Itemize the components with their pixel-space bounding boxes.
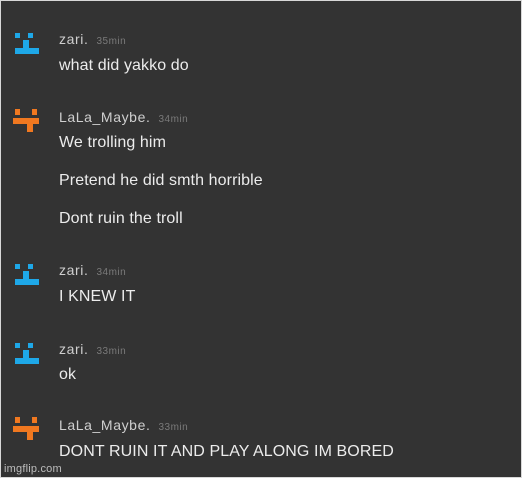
zari-avatar-icon[interactable] xyxy=(13,341,39,367)
username[interactable]: zari. xyxy=(59,31,88,47)
chat-window: zari. 35min what did yakko do LaLa_Maybe.… xyxy=(0,0,522,478)
message-header: LaLa_Maybe. 33min xyxy=(59,417,188,435)
message-text: what did yakko do xyxy=(59,57,189,74)
message-text: Pretend he did smth horrible xyxy=(59,172,263,189)
lala-avatar-icon[interactable] xyxy=(13,417,39,443)
zari-avatar-icon[interactable] xyxy=(13,31,39,57)
message-header: LaLa_Maybe. 34min xyxy=(59,109,188,127)
message-header: zari. 35min xyxy=(59,31,126,49)
lala-avatar-icon[interactable] xyxy=(13,109,39,135)
username[interactable]: LaLa_Maybe. xyxy=(59,109,150,125)
message-text: ok xyxy=(59,366,77,383)
timestamp: 35min xyxy=(96,36,127,47)
message-header: zari. 34min xyxy=(59,262,126,280)
message-text: DONT RUIN IT AND PLAY ALONG IM BORED xyxy=(59,443,394,460)
message-text: We trolling him xyxy=(59,134,167,151)
message-text: I KNEW IT xyxy=(59,288,136,305)
timestamp: 33min xyxy=(96,346,127,357)
message-header: zari. 33min xyxy=(59,341,126,359)
timestamp: 33min xyxy=(158,422,189,433)
username[interactable]: zari. xyxy=(59,341,88,357)
zari-avatar-icon[interactable] xyxy=(13,262,39,288)
timestamp: 34min xyxy=(158,114,189,125)
imgflip-watermark: imgflip.com xyxy=(4,463,62,475)
username[interactable]: LaLa_Maybe. xyxy=(59,417,150,433)
timestamp: 34min xyxy=(96,267,127,278)
message-text: Dont ruin the troll xyxy=(59,210,183,227)
username[interactable]: zari. xyxy=(59,262,88,278)
